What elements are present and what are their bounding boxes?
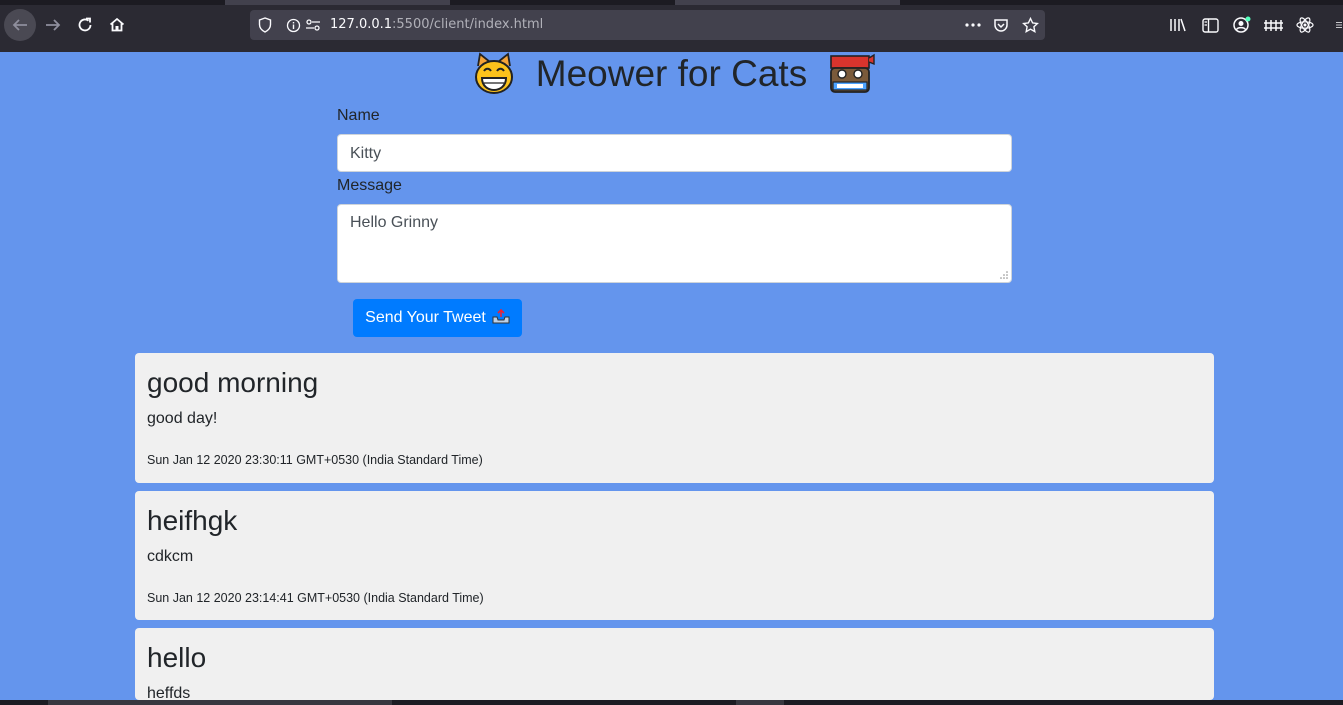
message-textarea[interactable]: Hello Grinny (337, 204, 1012, 283)
page-title-text: Meower for Cats (535, 53, 808, 95)
forward-arrow-icon[interactable] (39, 11, 67, 39)
message-label: Message (337, 177, 402, 194)
react-devtools-icon[interactable] (1295, 15, 1315, 35)
tweet-author: heifhgk (147, 505, 238, 536)
tweet-card: hello heffds (135, 628, 1214, 700)
extension-fence-icon[interactable] (1263, 15, 1283, 35)
shield-icon[interactable] (255, 15, 275, 35)
pocket-icon[interactable] (991, 15, 1011, 35)
permissions-icon[interactable] (303, 15, 323, 35)
account-icon[interactable] (1232, 15, 1252, 35)
reload-icon[interactable] (71, 11, 99, 39)
url-path: :5500/client/index.html (392, 17, 544, 32)
resize-grip-icon[interactable] (1000, 271, 1008, 279)
send-tweet-button[interactable]: Send Your Tweet (353, 299, 522, 337)
info-icon[interactable] (283, 15, 303, 35)
back-arrow-icon[interactable] (6, 11, 34, 39)
taskbar-item[interactable] (48, 700, 392, 705)
bookmark-star-icon[interactable] (1020, 15, 1040, 35)
tweet-date: Sun Jan 12 2020 23:30:11 GMT+0530 (India… (147, 453, 483, 467)
url-text[interactable]: 127.0.0.1:5500/client/index.html (330, 17, 543, 32)
outbox-tray-icon (492, 308, 510, 329)
tweet-card: heifhgk cdkcm Sun Jan 12 2020 23:14:41 G… (135, 491, 1214, 620)
tweet-message: good day! (147, 410, 218, 427)
tweet-message: heffds (147, 685, 191, 700)
tweet-message: cdkcm (147, 548, 194, 565)
tweet-author: hello (147, 642, 207, 673)
tweet-author: good morning (147, 367, 319, 398)
ninja-cat-icon (827, 52, 876, 96)
page-title: Meower for Cats (0, 51, 1343, 99)
tweet-date: Sun Jan 12 2020 23:14:41 GMT+0530 (India… (147, 591, 484, 605)
menu-icon[interactable] (1334, 15, 1343, 35)
more-actions-icon[interactable] (963, 15, 983, 35)
taskbar-strip (0, 700, 1343, 705)
name-label: Name (337, 107, 380, 124)
tweet-card: good morning good day! Sun Jan 12 2020 2… (135, 353, 1214, 483)
send-tweet-label: Send Your Tweet (365, 309, 486, 326)
library-icon[interactable] (1168, 15, 1188, 35)
taskbar-item[interactable] (736, 700, 784, 705)
name-input[interactable]: Kitty (337, 134, 1012, 172)
message-value: Hello Grinny (350, 214, 439, 231)
sidebar-icon[interactable] (1200, 15, 1220, 35)
grinning-cat-icon (472, 52, 516, 96)
home-icon[interactable] (103, 11, 131, 39)
url-host: 127.0.0.1 (330, 17, 393, 32)
address-bar[interactable]: 127.0.0.1:5500/client/index.html (250, 10, 1045, 40)
